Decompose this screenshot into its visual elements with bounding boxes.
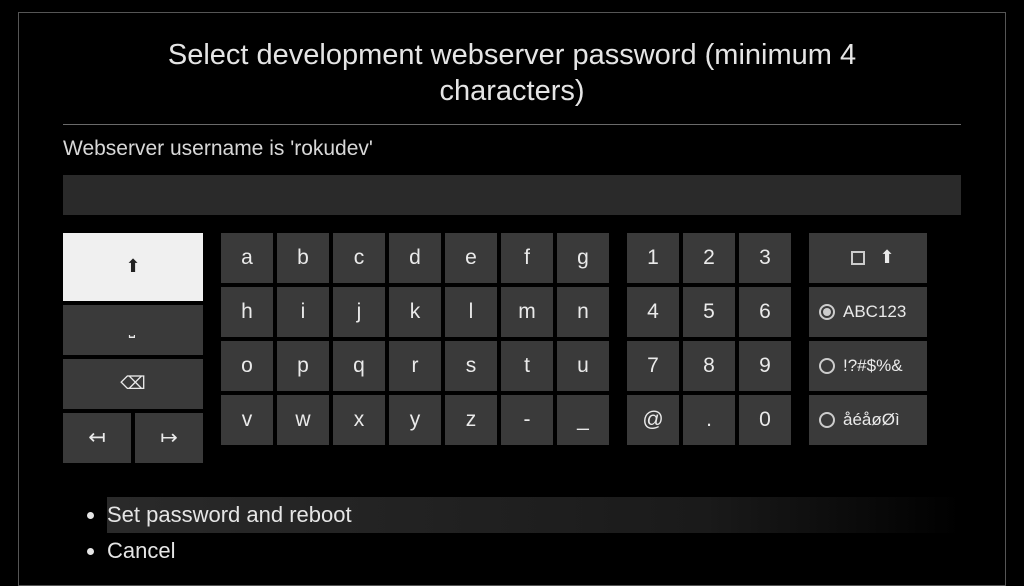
- key-y[interactable]: y: [389, 395, 441, 445]
- cursor-left-key[interactable]: ↤: [63, 413, 131, 463]
- abc-mode-key[interactable]: ABC123: [809, 287, 927, 337]
- caps-mode-key[interactable]: ⬆: [809, 233, 927, 283]
- key-k[interactable]: k: [389, 287, 441, 337]
- key-5[interactable]: 5: [683, 287, 735, 337]
- space-key[interactable]: ⎵: [63, 305, 203, 355]
- key-x[interactable]: x: [333, 395, 385, 445]
- key-v[interactable]: v: [221, 395, 273, 445]
- key-z[interactable]: z: [445, 395, 497, 445]
- options-list: Set password and reboot Cancel: [63, 497, 961, 569]
- username-subtitle: Webserver username is 'rokudev': [63, 137, 961, 161]
- mode-panel: ⬆ ABC123 !?#$%& åéåøØì: [809, 233, 927, 463]
- dialog-frame: Select development webserver password (m…: [18, 12, 1006, 586]
- key-f[interactable]: f: [501, 233, 553, 283]
- key-e[interactable]: e: [445, 233, 497, 283]
- radio-icon: [819, 358, 835, 374]
- title-divider: [63, 124, 961, 125]
- backspace-icon: ⌫: [120, 373, 145, 394]
- square-icon: [851, 251, 865, 265]
- key-g[interactable]: g: [557, 233, 609, 283]
- num-row-2: 7 8 9: [627, 341, 791, 391]
- num-panel: 1 2 3 4 5 6 7 8 9 @ . 0: [627, 233, 791, 463]
- key-l[interactable]: l: [445, 287, 497, 337]
- alpha-row-1: h i j k l m n: [221, 287, 609, 337]
- alpha-row-0: a b c d e f g: [221, 233, 609, 283]
- key-underscore[interactable]: _: [557, 395, 609, 445]
- key-o[interactable]: o: [221, 341, 273, 391]
- key-i[interactable]: i: [277, 287, 329, 337]
- radio-icon: [819, 412, 835, 428]
- key-m[interactable]: m: [501, 287, 553, 337]
- key-2[interactable]: 2: [683, 233, 735, 283]
- onscreen-keyboard: ⬆ ⎵ ⌫ ↤ ↦: [63, 233, 961, 463]
- control-panel: ⬆ ⎵ ⌫ ↤ ↦: [63, 233, 203, 463]
- key-r[interactable]: r: [389, 341, 441, 391]
- accents-mode-label: åéåøØì: [843, 410, 900, 430]
- set-password-option[interactable]: Set password and reboot: [107, 497, 961, 533]
- abc-mode-label: ABC123: [843, 302, 906, 322]
- space-icon: ⎵: [129, 321, 137, 339]
- key-d[interactable]: d: [389, 233, 441, 283]
- key-1[interactable]: 1: [627, 233, 679, 283]
- cursor-right-icon: ↦: [160, 425, 178, 450]
- shift-icon: ⬆: [125, 256, 140, 277]
- backspace-key[interactable]: ⌫: [63, 359, 203, 409]
- alpha-panel: a b c d e f g h i j k l m n o p q r: [221, 233, 609, 463]
- radio-selected-icon: [819, 304, 835, 320]
- key-b[interactable]: b: [277, 233, 329, 283]
- key-dot[interactable]: .: [683, 395, 735, 445]
- key-h[interactable]: h: [221, 287, 273, 337]
- key-a[interactable]: a: [221, 233, 273, 283]
- key-3[interactable]: 3: [739, 233, 791, 283]
- accents-mode-key[interactable]: åéåøØì: [809, 395, 927, 445]
- key-q[interactable]: q: [333, 341, 385, 391]
- key-c[interactable]: c: [333, 233, 385, 283]
- key-7[interactable]: 7: [627, 341, 679, 391]
- dialog-title: Select development webserver password (m…: [102, 37, 922, 110]
- key-j[interactable]: j: [333, 287, 385, 337]
- key-at[interactable]: @: [627, 395, 679, 445]
- key-w[interactable]: w: [277, 395, 329, 445]
- key-4[interactable]: 4: [627, 287, 679, 337]
- key-t[interactable]: t: [501, 341, 553, 391]
- key-n[interactable]: n: [557, 287, 609, 337]
- cursor-left-icon: ↤: [88, 425, 106, 450]
- num-row-3: @ . 0: [627, 395, 791, 445]
- shift-key[interactable]: ⬆: [63, 233, 203, 301]
- num-row-0: 1 2 3: [627, 233, 791, 283]
- key-dash[interactable]: -: [501, 395, 553, 445]
- key-u[interactable]: u: [557, 341, 609, 391]
- symbols-mode-key[interactable]: !?#$%&: [809, 341, 927, 391]
- key-0[interactable]: 0: [739, 395, 791, 445]
- key-6[interactable]: 6: [739, 287, 791, 337]
- alpha-row-3: v w x y z - _: [221, 395, 609, 445]
- password-input[interactable]: [63, 175, 961, 215]
- cancel-option[interactable]: Cancel: [107, 533, 961, 569]
- alpha-row-2: o p q r s t u: [221, 341, 609, 391]
- key-p[interactable]: p: [277, 341, 329, 391]
- key-9[interactable]: 9: [739, 341, 791, 391]
- cursor-right-key[interactable]: ↦: [135, 413, 203, 463]
- key-s[interactable]: s: [445, 341, 497, 391]
- symbols-mode-label: !?#$%&: [843, 356, 903, 376]
- key-8[interactable]: 8: [683, 341, 735, 391]
- caps-arrow-icon: ⬆: [879, 247, 894, 268]
- num-row-1: 4 5 6: [627, 287, 791, 337]
